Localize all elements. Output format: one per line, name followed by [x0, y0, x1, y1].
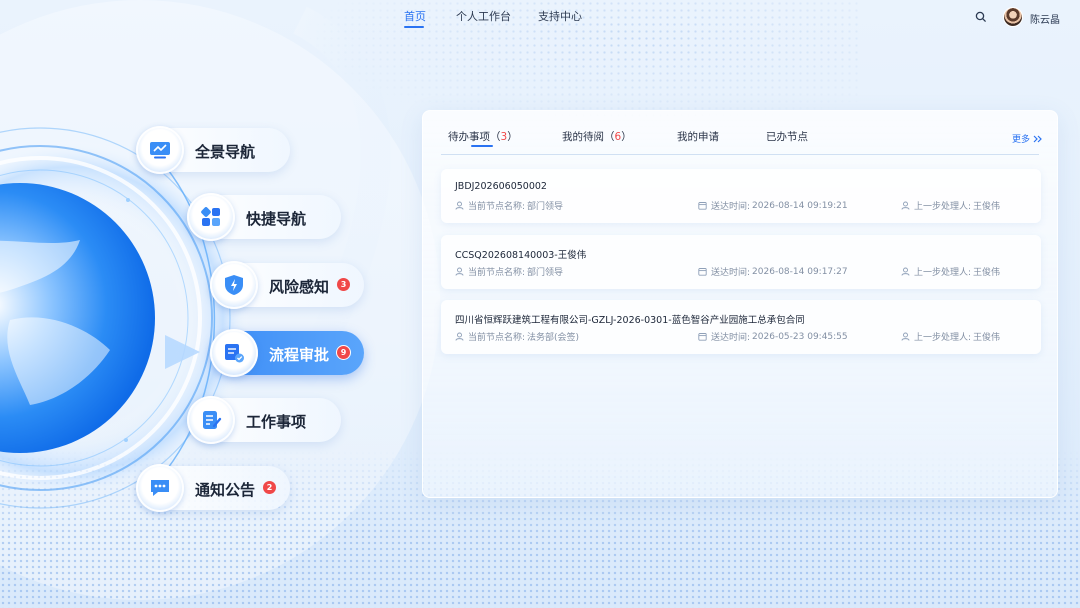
task-current-node: 当前节点名称: 部门领导	[455, 199, 563, 212]
tab-label: 待办事项	[448, 131, 490, 143]
prev-value: 王俊伟	[973, 202, 1001, 212]
notification-badge: 9	[337, 346, 350, 359]
user-icon	[901, 201, 910, 210]
task-item[interactable]: CCSQ202608140003-王俊伟 当前节点名称: 部门领导 送达时间: 20…	[441, 235, 1041, 289]
sidebar-item-label: 快捷导航	[246, 210, 307, 228]
task-item[interactable]: 四川省恒辉跃建筑工程有限公司-GZLJ-2026-0301-蓝色智谷产业园施工总…	[441, 300, 1041, 354]
node-label: 当前节点名称:	[468, 202, 526, 212]
tab-my-applications[interactable]: 我的申请	[677, 129, 719, 144]
time-label: 送达时间:	[711, 268, 751, 278]
grid-apps-icon	[187, 193, 235, 241]
user-icon	[455, 201, 464, 210]
more-label: 更多	[1012, 135, 1031, 145]
nav-active-indicator	[404, 26, 424, 28]
user-icon	[455, 267, 464, 276]
shield-bolt-icon	[210, 261, 258, 309]
notification-badge: 3	[337, 278, 350, 291]
user-icon	[901, 332, 910, 341]
node-value: 部门领导	[527, 268, 564, 278]
sidebar-item-label: 流程审批	[269, 346, 330, 364]
tab-paren-close: ）	[621, 131, 632, 143]
calendar-icon	[698, 268, 707, 276]
tab-done-nodes[interactable]: 已办节点	[766, 129, 808, 144]
tab-divider	[441, 154, 1039, 155]
time-label: 送达时间:	[711, 333, 751, 343]
task-arrival-time: 送达时间: 2026-05-23 09:45:55	[698, 330, 848, 343]
sidebar-item-panorama[interactable]: 全景导航	[136, 126, 290, 174]
user-name[interactable]: 陈云晶	[1030, 11, 1060, 26]
task-previous-handler: 上一步处理人: 王俊伟	[901, 199, 1000, 212]
more-link[interactable]: 更多	[1012, 132, 1042, 145]
tab-label: 我的待阅	[562, 131, 604, 143]
task-previous-handler: 上一步处理人: 王俊伟	[901, 330, 1000, 343]
task-previous-handler: 上一步处理人: 王俊伟	[901, 265, 1000, 278]
nav-tab-workspace[interactable]: 个人工作台	[456, 8, 511, 24]
sidebar-item-risk[interactable]: 风险感知 3	[210, 261, 364, 309]
calendar-icon	[698, 202, 707, 210]
task-list-icon	[187, 396, 235, 444]
notification-badge: 2	[263, 481, 276, 494]
node-value: 部门领导	[527, 202, 564, 212]
sidebar-item-label: 风险感知	[269, 278, 330, 296]
nav-tab-support[interactable]: 支持中心	[538, 8, 582, 24]
task-title: 四川省恒辉跃建筑工程有限公司-GZLJ-2026-0301-蓝色智谷产业园施工总…	[455, 315, 805, 326]
double-chevron-right-icon	[1033, 135, 1042, 143]
nav-tab-home[interactable]: 首页	[404, 8, 426, 24]
sidebar-item-work[interactable]: 工作事项	[187, 396, 341, 444]
tab-todo[interactable]: 待办事项（3）	[448, 129, 518, 144]
task-item[interactable]: JBDJ202606050002 当前节点名称: 部门领导 送达时间: 2026-0…	[441, 169, 1041, 223]
sidebar-item-label: 通知公告	[195, 481, 256, 499]
prev-label: 上一步处理人:	[914, 202, 972, 212]
time-value: 2026-05-23 09:45:55	[752, 331, 848, 342]
approval-flow-icon	[210, 329, 258, 377]
task-arrival-time: 送达时间: 2026-08-14 09:19:21	[698, 199, 848, 212]
avatar[interactable]	[1003, 7, 1023, 27]
tab-paren-open: （	[490, 131, 501, 143]
tab-active-indicator	[471, 145, 493, 147]
task-title: JBDJ202606050002	[455, 181, 547, 192]
chat-bubble-icon	[136, 464, 184, 512]
sidebar-item-label: 工作事项	[246, 413, 307, 431]
time-value: 2026-08-14 09:19:21	[752, 200, 848, 211]
tab-paren-open: （	[604, 131, 615, 143]
top-navigation: 首页 个人工作台 支持中心 陈云晶	[0, 0, 1080, 34]
user-icon	[455, 332, 464, 341]
search-icon[interactable]	[974, 10, 988, 24]
todo-panel: 待办事项（3） 我的待阅（6） 我的申请 已办节点 更多 JBDJ2026060…	[422, 110, 1058, 498]
time-value: 2026-08-14 09:17:27	[752, 266, 848, 277]
node-label: 当前节点名称:	[468, 268, 526, 278]
tab-paren-close: ）	[507, 131, 518, 143]
sidebar-item-label: 全景导航	[195, 143, 256, 161]
prev-label: 上一步处理人:	[914, 268, 972, 278]
user-icon	[901, 267, 910, 276]
prev-label: 上一步处理人:	[914, 333, 972, 343]
prev-value: 王俊伟	[973, 268, 1001, 278]
task-arrival-time: 送达时间: 2026-08-14 09:17:27	[698, 265, 848, 278]
node-label: 当前节点名称:	[468, 333, 526, 343]
sidebar-item-notices[interactable]: 通知公告 2	[136, 464, 290, 512]
prev-value: 王俊伟	[973, 333, 1001, 343]
sidebar-item-approval[interactable]: 流程审批 9	[210, 329, 364, 377]
time-label: 送达时间:	[711, 202, 751, 212]
monitor-chart-icon	[136, 126, 184, 174]
node-value: 法务部(会签)	[527, 333, 580, 343]
tab-to-read[interactable]: 我的待阅（6）	[562, 129, 632, 144]
task-title: CCSQ202608140003-王俊伟	[455, 250, 587, 261]
sidebar-item-shortcuts[interactable]: 快捷导航	[187, 193, 341, 241]
task-current-node: 当前节点名称: 部门领导	[455, 265, 563, 278]
calendar-icon	[698, 333, 707, 341]
task-current-node: 当前节点名称: 法务部(会签)	[455, 330, 579, 343]
